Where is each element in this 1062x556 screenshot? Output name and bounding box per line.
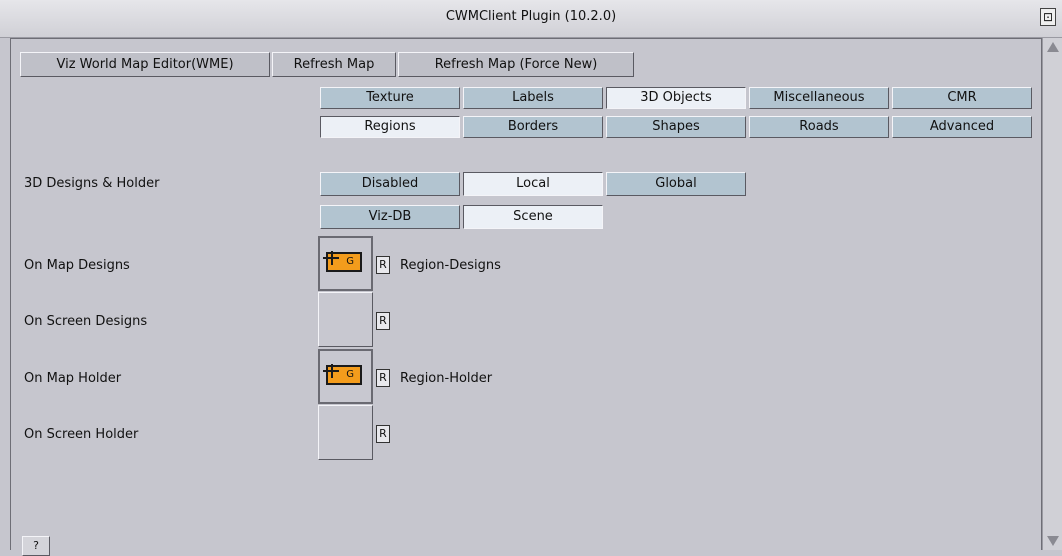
tab-regions[interactable]: Regions [320,116,460,138]
tab-shapes[interactable]: Shapes [606,116,746,138]
on-screen-designs-label: On Screen Designs [24,314,148,329]
help-button[interactable]: ? [22,536,50,556]
tab-cmr[interactable]: CMR [892,87,1032,109]
wme-button[interactable]: Viz World Map Editor(WME) [20,52,270,77]
option-disabled[interactable]: Disabled [320,172,460,196]
on-screen-holder-slot[interactable] [318,405,373,460]
container-icon: G [323,251,362,272]
option-global[interactable]: Global [606,172,746,196]
on-map-holder-slot[interactable]: G [318,349,373,404]
scrollbar[interactable] [1042,38,1062,550]
tab-roads[interactable]: Roads [749,116,889,138]
tab-miscellaneous[interactable]: Miscellaneous [749,87,889,109]
on-screen-holder-reset-button[interactable]: R [376,425,390,443]
on-map-designs-reset-button[interactable]: R [376,256,390,274]
scroll-up-icon[interactable] [1046,40,1060,54]
tab-texture[interactable]: Texture [320,87,460,109]
window-title: CWMClient Plugin (10.2.0) [445,9,617,24]
source-viz-db[interactable]: Viz-DB [320,205,460,229]
title-bar: CWMClient Plugin (10.2.0) ⊡ [0,0,1062,38]
refresh-map-button[interactable]: Refresh Map [272,52,396,77]
on-map-holder-label: On Map Holder [24,371,122,386]
tab-borders[interactable]: Borders [463,116,603,138]
option-local[interactable]: Local [463,172,603,196]
tab-advanced[interactable]: Advanced [892,116,1032,138]
on-map-designs-slot[interactable]: G [318,236,373,291]
on-screen-designs-slot[interactable] [318,292,373,347]
on-map-designs-label: On Map Designs [24,258,130,273]
refresh-map-force-button[interactable]: Refresh Map (Force New) [398,52,634,77]
source-scene[interactable]: Scene [463,205,603,229]
on-map-holder-value: Region-Holder [400,371,493,386]
container-icon: G [323,364,362,385]
tab-3d-objects[interactable]: 3D Objects [606,87,746,109]
plugin-panel [10,38,1042,550]
designs-holder-label: 3D Designs & Holder [24,176,160,191]
on-map-designs-value: Region-Designs [400,258,501,273]
pin-icon[interactable]: ⊡ [1040,8,1056,26]
scroll-down-icon[interactable] [1046,534,1060,548]
on-screen-designs-reset-button[interactable]: R [376,312,390,330]
on-map-holder-reset-button[interactable]: R [376,369,390,387]
tab-labels[interactable]: Labels [463,87,603,109]
on-screen-holder-label: On Screen Holder [24,427,139,442]
